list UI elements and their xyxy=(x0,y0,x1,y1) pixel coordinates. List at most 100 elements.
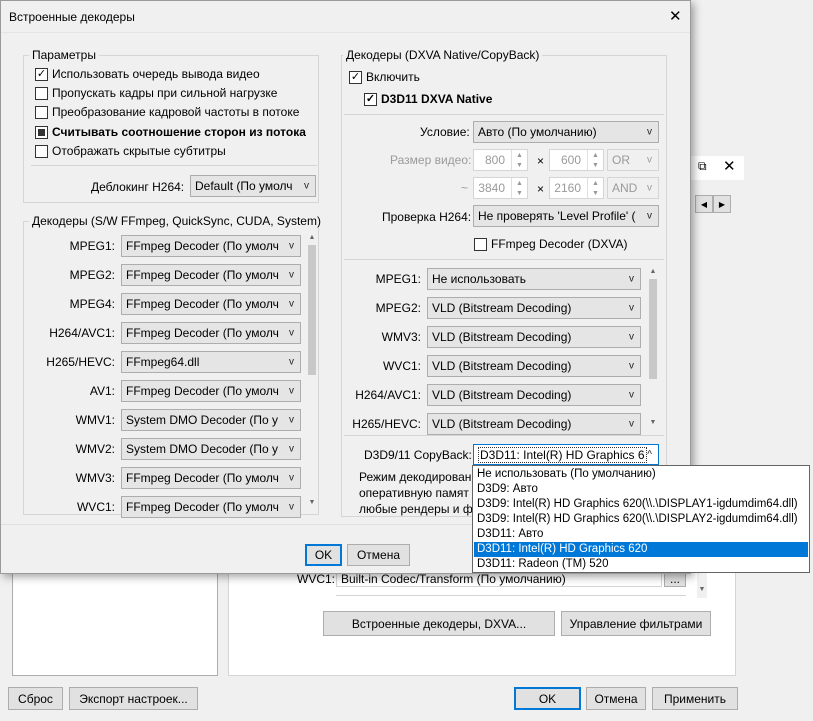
dxva-decoder-select[interactable]: VLD (Bitstream Decoding) v xyxy=(427,355,641,377)
chevron-down-icon: v xyxy=(629,389,634,401)
close-icon[interactable]: ✕ xyxy=(723,157,736,175)
bg-divider xyxy=(336,595,686,596)
use-video-queue-checkbox[interactable]: ✓ Использовать очередь вывода видео xyxy=(35,67,260,81)
sw-decoder-select[interactable]: FFmpeg Decoder (По умолч v xyxy=(121,496,301,518)
dialog-ok-button[interactable]: OK xyxy=(305,544,342,566)
size-operator-select-1[interactable]: OR v xyxy=(607,149,659,171)
deblock-label: Деблокинг H264: xyxy=(91,180,185,194)
bg-scrollbar[interactable]: ▼ xyxy=(697,570,707,598)
scroll-down-icon[interactable]: ▼ xyxy=(307,499,317,506)
dxva-decoder-select[interactable]: VLD (Bitstream Decoding) v xyxy=(427,326,641,348)
spin-arrows-icon[interactable]: ▲ ▼ xyxy=(587,150,603,170)
dxva-decoder-select[interactable]: VLD (Bitstream Decoding) v xyxy=(427,297,641,319)
min-width-spinner[interactable]: 800 ▲ ▼ xyxy=(473,149,528,171)
min-height-spinner[interactable]: 600 ▲ ▼ xyxy=(549,149,604,171)
chevron-down-icon: v xyxy=(289,298,294,310)
sw-decoder-select[interactable]: FFmpeg Decoder (По умолч v xyxy=(121,293,301,315)
tab-scroll-right-icon[interactable]: ▶ xyxy=(713,195,731,213)
dropdown-option[interactable]: D3D9: Intel(R) HD Graphics 620(\\.\DISPL… xyxy=(474,512,808,527)
sw-decoder-select[interactable]: FFmpeg64.dll v xyxy=(121,351,301,373)
dropdown-option[interactable]: D3D9: Intel(R) HD Graphics 620(\\.\DISPL… xyxy=(474,497,808,512)
size-operator-select-2[interactable]: AND v xyxy=(607,177,659,199)
chevron-down-icon: v xyxy=(289,472,294,484)
sw-decoder-select[interactable]: FFmpeg Decoder (По умолч v xyxy=(121,235,301,257)
max-width-spinner[interactable]: 3840 ▲ ▼ xyxy=(473,177,528,199)
dropdown-option[interactable]: D3D11: Radeon (TM) 520 xyxy=(474,557,808,572)
builtin-decoders-button[interactable]: Встроенные декодеры, DXVA... xyxy=(323,611,555,636)
tab-scroll-buttons: ◀ ▶ xyxy=(695,195,731,213)
filter-management-button[interactable]: Управление фильтрами xyxy=(561,611,711,636)
d3d11-native-checkbox[interactable]: ✓ D3D11 DXVA Native xyxy=(364,92,492,106)
dialog-cancel-button[interactable]: Отмена xyxy=(347,544,410,566)
chevron-down-icon: v xyxy=(629,418,634,430)
spin-arrows-icon[interactable]: ▲ ▼ xyxy=(511,178,527,198)
scroll-down-icon[interactable]: ▼ xyxy=(648,419,658,426)
chevron-down-icon: v xyxy=(647,182,652,194)
chevron-down-icon: v xyxy=(647,210,652,222)
sw-decoder-select[interactable]: System DMO Decoder (По уv xyxy=(121,438,301,460)
sw-decoders-scrollbar[interactable]: ▲ ▼ xyxy=(307,233,317,511)
dxva-divider xyxy=(344,259,664,260)
spin-arrows-icon[interactable]: ▲ ▼ xyxy=(587,178,603,198)
ffmpeg-dxva-checkbox[interactable]: FFmpeg Decoder (DXVA) xyxy=(474,237,627,251)
chevron-down-icon: v xyxy=(289,501,294,513)
params-divider xyxy=(31,165,317,166)
read-aspect-ratio-checkbox[interactable]: Считывать соотношение сторон из потока xyxy=(35,125,306,139)
dxva-decoder-select[interactable]: VLD (Bitstream Decoding) v xyxy=(427,384,641,406)
apply-button[interactable]: Применить xyxy=(652,687,738,710)
scroll-up-icon[interactable]: ▲ xyxy=(307,234,317,241)
h264-check-select[interactable]: Не проверять 'Level Profile' (v xyxy=(473,205,659,227)
dxva-decoder-label: MPEG1: xyxy=(375,272,421,286)
sw-decoder-select[interactable]: FFmpeg Decoder (По умолч v xyxy=(121,380,301,402)
sw-decoder-label: H264/AVC1: xyxy=(49,326,115,340)
dropdown-option[interactable]: D3D11: Intel(R) HD Graphics 620 xyxy=(474,542,808,557)
sw-decoder-label: WMV1: xyxy=(75,413,115,427)
dropdown-option[interactable]: Не использовать (По умолчанию) xyxy=(474,467,808,482)
dxva-divider xyxy=(344,114,664,115)
copyback-info-line2: оперативную памят xyxy=(359,486,469,500)
dxva-decoders-scrollbar[interactable]: ▲ ▼ xyxy=(648,267,658,431)
close-icon[interactable]: ✕ xyxy=(669,7,682,25)
show-closed-captions-checkbox[interactable]: Отображать скрытые субтитры xyxy=(35,144,226,158)
dxva-decoder-select[interactable]: Не использовать v xyxy=(427,268,641,290)
sw-decoder-select[interactable]: FFmpeg Decoder (По умолч v xyxy=(121,322,301,344)
times-sign: × xyxy=(537,182,545,196)
dxva-decoder-label: MPEG2: xyxy=(375,301,421,315)
main-ok-button[interactable]: OK xyxy=(514,687,581,710)
chevron-up-icon: ^ xyxy=(647,449,652,460)
copyback-select[interactable]: D3D11: Intel(R) HD Graphics 6 ^ xyxy=(473,444,659,465)
reset-button[interactable]: Сброс xyxy=(8,687,63,710)
sw-decoder-label: WMV3: xyxy=(75,471,115,485)
max-height-spinner[interactable]: 2160 ▲ ▼ xyxy=(549,177,604,199)
dxva-decoder-select[interactable]: VLD (Bitstream Decoding) v xyxy=(427,413,641,435)
chevron-down-icon: v xyxy=(304,180,309,192)
dialog-title: Встроенные декодеры xyxy=(9,10,135,24)
deblock-select[interactable]: Default (По умолч v xyxy=(190,175,316,197)
dropdown-option[interactable]: D3D11: Авто xyxy=(474,527,808,542)
chevron-down-icon: v xyxy=(647,126,652,138)
spin-arrows-icon[interactable]: ▲ ▼ xyxy=(511,150,527,170)
sw-decoder-select[interactable]: FFmpeg Decoder (По умолч v xyxy=(121,264,301,286)
secondary-title-bar: ⧉ ✕ xyxy=(690,156,744,180)
scroll-thumb[interactable] xyxy=(308,245,316,375)
main-cancel-button[interactable]: Отмена xyxy=(586,687,646,710)
checkbox-partial-icon xyxy=(35,125,48,139)
export-settings-button[interactable]: Экспорт настроек... xyxy=(69,687,198,710)
sw-decoder-label: MPEG4: xyxy=(69,297,115,311)
sw-decoder-label: WVC1: xyxy=(76,500,115,514)
scroll-thumb[interactable] xyxy=(649,279,657,379)
skip-frames-checkbox[interactable]: Пропускать кадры при сильной нагрузке xyxy=(35,86,277,100)
condition-select[interactable]: Авто (По умолчанию) v xyxy=(473,121,659,143)
sw-decoder-select[interactable]: FFmpeg Decoder (По умолч v xyxy=(121,467,301,489)
dxva-decoder-label: WMV3: xyxy=(381,330,421,344)
sw-decoder-label: MPEG1: xyxy=(69,239,115,253)
sw-decoder-select[interactable]: System DMO Decoder (По уv xyxy=(121,409,301,431)
scroll-up-icon[interactable]: ▲ xyxy=(648,268,658,275)
settings-tree-panel[interactable] xyxy=(12,572,218,676)
framerate-conversion-checkbox[interactable]: Преобразование кадровой частоты в потоке xyxy=(35,105,299,119)
dropdown-option[interactable]: D3D9: Авто xyxy=(474,482,808,497)
tab-scroll-left-icon[interactable]: ◀ xyxy=(695,195,713,213)
restore-icon[interactable]: ⧉ xyxy=(698,159,707,174)
scroll-down-icon[interactable]: ▼ xyxy=(697,586,707,593)
enable-dxva-checkbox[interactable]: ✓ Включить xyxy=(349,70,420,84)
